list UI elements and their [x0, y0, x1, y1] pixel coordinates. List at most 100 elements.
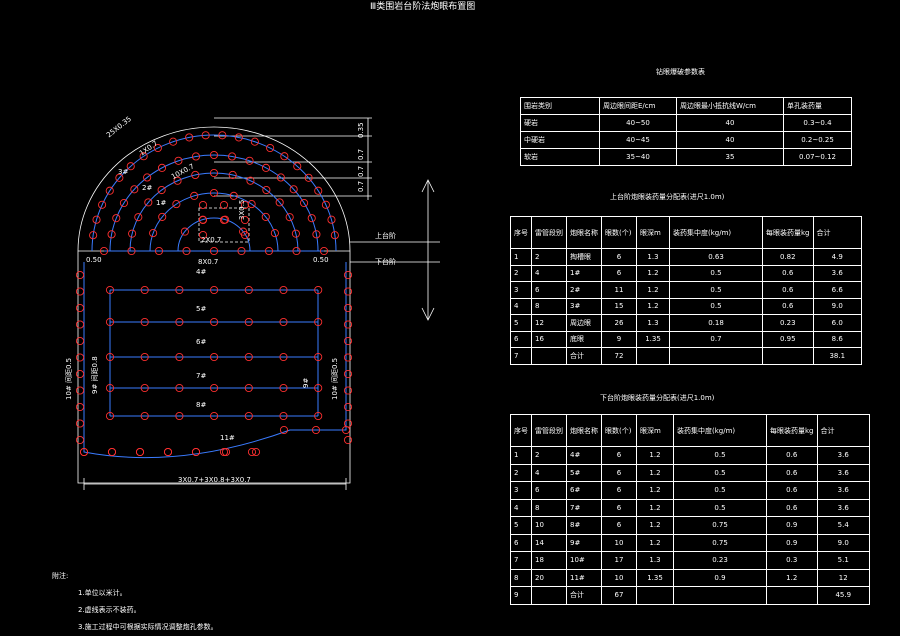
table-row: 3 6 6# 6 1.2 0.5 0.6 3.6 — [510, 481, 870, 500]
table-cell: 1.3 — [636, 551, 674, 570]
header-cell: 眼深m — [636, 414, 674, 447]
table-cell: 12 — [816, 568, 870, 587]
blast-hole — [343, 369, 353, 379]
table-cell — [636, 586, 674, 605]
table-cell: 0.5 — [673, 498, 767, 517]
table-cell: 6 — [510, 330, 532, 348]
table-cell: 0.6 — [766, 481, 818, 500]
table-row: 7 合计 72 38.1 — [510, 347, 862, 365]
table-cell: 0.6 — [762, 297, 814, 315]
table-cell: 4.9 — [812, 248, 862, 266]
header-cell: 单孔装药量 — [783, 97, 852, 115]
table-cell: 5 — [510, 314, 532, 332]
label-dim2: 0.7 — [357, 148, 365, 160]
table-cell: 0.6 — [766, 498, 818, 517]
table-cell: 3 — [510, 481, 532, 500]
table-cell: 11 — [601, 281, 637, 299]
table-cell: 6 — [601, 498, 637, 517]
table-cell: 1.2 — [766, 568, 818, 587]
table-cell: 5.1 — [816, 551, 870, 570]
table-cell — [762, 347, 814, 365]
label-cut-h: 2X0.7 — [201, 236, 222, 244]
table-cell — [531, 586, 567, 605]
table-cell: 0.6 — [762, 264, 814, 282]
table-cell: 3.6 — [816, 498, 870, 517]
label-bottom-dim: 3X0.7+3X0.8+3X0.7 — [178, 476, 251, 484]
blast-hole — [75, 369, 85, 379]
blast-hole — [343, 353, 353, 362]
label-dim3: 0.7 — [357, 165, 365, 177]
label-left-inner: 9# 间距0.8 — [91, 356, 99, 394]
table-cell: 0.3~0.4 — [783, 114, 852, 132]
table-cell: 8 — [531, 498, 567, 517]
table-cell: 合计 — [566, 347, 602, 365]
table-cell: 合计 — [566, 586, 602, 605]
table-cell: 18 — [531, 551, 567, 570]
blast-hole — [107, 447, 117, 457]
table-cell: 6 — [601, 516, 637, 535]
table-cell: 12 — [531, 314, 567, 332]
blast-hole — [75, 270, 85, 280]
table-cell: 35~40 — [599, 148, 677, 166]
header-cell: 每眼装药量kg — [766, 414, 818, 447]
note-item: 2.虚线表示不装药。 — [78, 606, 141, 614]
table-row: 中硬岩 40~45 40 0.2~0.25 — [520, 131, 852, 149]
table-cell: 6 — [601, 446, 637, 465]
header-cell: 周边眼间距E/cm — [599, 97, 677, 115]
table-cell: 0.9 — [766, 516, 818, 535]
table-cell: 0.2~0.25 — [783, 131, 852, 149]
table-cell — [531, 347, 567, 365]
table-row: 硬岩 40~50 40 0.3~0.4 — [520, 114, 852, 132]
table-cell: 2 — [510, 463, 532, 482]
header-cell: 每眼装药量kg — [762, 216, 814, 249]
table-cell: 周边眼 — [566, 314, 602, 332]
table-cell: 40~50 — [599, 114, 677, 132]
table-cell: 15 — [601, 297, 637, 315]
table-cell: 72 — [601, 347, 637, 365]
table-cell: 0.23 — [673, 551, 767, 570]
table-row: 4 8 7# 6 1.2 0.5 0.6 3.6 — [510, 498, 870, 517]
table-cell — [669, 347, 763, 365]
header-cell: 炮眼名称 — [566, 414, 602, 447]
table-row: 7 18 10# 17 1.3 0.23 0.3 5.1 — [510, 551, 870, 570]
table-cell: 0.18 — [669, 314, 763, 332]
table-cell: 0.5 — [673, 446, 767, 465]
blast-hole — [75, 353, 85, 362]
header-cell: 合计 — [816, 414, 870, 447]
table-cell: 10# — [566, 551, 602, 570]
table-cell: 1.2 — [636, 264, 670, 282]
table-header-row: 序号 雷管段别 炮眼名称 眼数(个) 眼深m 装药集中度(kg/m) 每眼装药量… — [510, 216, 862, 249]
table-row: 9 合计 67 45.9 — [510, 586, 870, 605]
table-cell: 1.35 — [636, 330, 670, 348]
table-cell: 0.75 — [673, 516, 767, 535]
label-row6: 6# — [196, 338, 207, 346]
table-cell: 1.2 — [636, 463, 674, 482]
table-cell: 0.3 — [766, 551, 818, 570]
table-cell: 14 — [531, 533, 567, 552]
blast-hole — [343, 402, 353, 412]
label-n3: 3# — [118, 168, 129, 176]
label-row5: 5# — [196, 305, 207, 313]
blast-hole — [75, 402, 85, 412]
blast-hole — [75, 320, 85, 329]
contour-arc — [177, 217, 251, 252]
table-cell: 6 — [601, 248, 637, 266]
table-cell: 0.9 — [673, 568, 767, 587]
table-header-row: 序号 雷管段别 炮眼名称 眼数(个) 眼深m 装药集中度(kg/m) 每眼装药量… — [510, 414, 870, 447]
header-cell: 眼数(个) — [601, 216, 637, 249]
header-cell: 序号 — [510, 216, 532, 249]
label-row7: 7# — [196, 372, 207, 380]
table-cell: 2# — [566, 281, 602, 299]
blast-hole — [75, 419, 85, 428]
table-cell: 40~45 — [599, 131, 677, 149]
table-cell: 45.9 — [816, 586, 870, 605]
label-row4: 4# — [196, 268, 207, 276]
header-cell: 合计 — [812, 216, 862, 249]
table-header-row: 围岩类别 周边眼间距E/cm 周边眼最小抵抗线W/cm 单孔装药量 — [520, 97, 852, 115]
table-cell: 4 — [531, 463, 567, 482]
table-cell: 0.82 — [762, 248, 814, 266]
table-cell: 5.4 — [816, 516, 870, 535]
table-cell: 1.2 — [636, 533, 674, 552]
label-dim1: 0.35 — [357, 122, 365, 138]
label-left-side: 10# 间距0.5 — [65, 357, 73, 400]
